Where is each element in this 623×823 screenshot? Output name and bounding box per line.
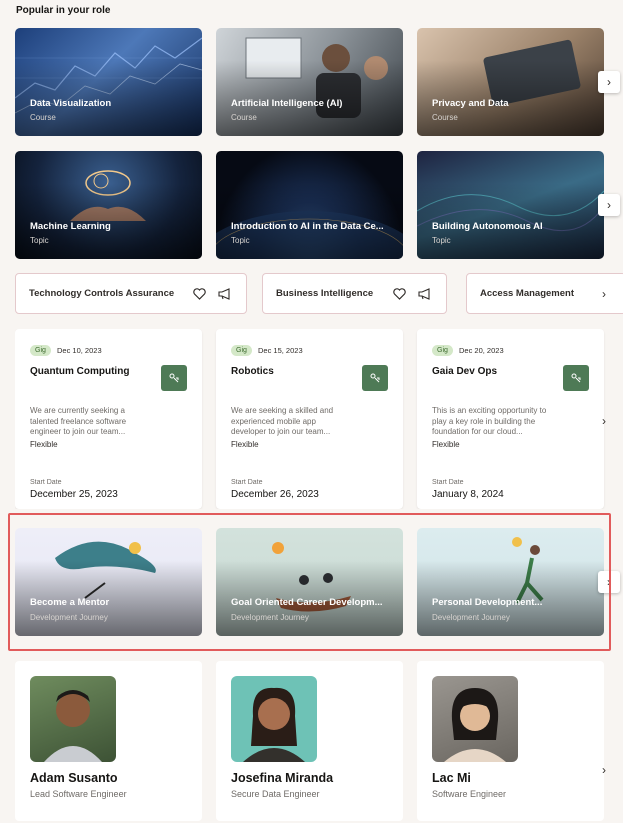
section-title: Popular in your role — [16, 5, 111, 16]
card-title: Data Visualization — [30, 98, 112, 109]
card-type: Topic — [30, 236, 49, 245]
gig-card[interactable]: Gig Dec 20, 2023 Gaia Dev Ops This is an… — [417, 329, 604, 509]
chevron-right-icon[interactable]: › — [598, 71, 620, 93]
gig-date: Dec 20, 2023 — [459, 346, 504, 355]
chevron-right-icon[interactable]: › — [593, 410, 615, 432]
courses-row: Data Visualization Course Artificial Int… — [15, 28, 623, 136]
gig-badge: Gig — [231, 345, 252, 356]
topics-row: Machine Learning Topic Introduction to A… — [15, 151, 623, 259]
gig-date: Dec 10, 2023 — [57, 346, 102, 355]
card-type: Course — [30, 113, 56, 122]
start-date-value: December 26, 2023 — [231, 489, 319, 500]
gig-icon — [161, 365, 187, 391]
avatar — [30, 676, 116, 762]
person-role: Software Engineer — [432, 789, 507, 799]
course-card[interactable]: Data Visualization Course — [15, 28, 202, 136]
chevron-right-icon[interactable]: › — [593, 283, 615, 305]
people-row: Adam Susanto Lead Software Engineer Jose… — [15, 661, 623, 823]
gig-badge: Gig — [432, 345, 453, 356]
card-title: Artificial Intelligence (AI) — [231, 98, 343, 109]
chips-row: Technology Controls Assurance Business I… — [15, 273, 623, 315]
card-type: Topic — [432, 236, 451, 245]
topic-card[interactable]: Building Autonomous AI Topic — [417, 151, 604, 259]
card-title: Machine Learning — [30, 221, 111, 232]
highlight-frame — [8, 513, 611, 651]
card-title: Introduction to AI in the Data Ce... — [231, 221, 384, 232]
card-type: Course — [432, 113, 458, 122]
gig-description: This is an exciting opportunity to play … — [432, 406, 547, 436]
heart-icon[interactable] — [191, 286, 207, 302]
gig-card[interactable]: Gig Dec 15, 2023 Robotics We are seeking… — [216, 329, 403, 509]
gig-date: Dec 15, 2023 — [258, 346, 303, 355]
card-title: Privacy and Data — [432, 98, 509, 109]
start-date-label: Start Date — [231, 479, 263, 486]
megaphone-icon[interactable] — [217, 286, 233, 302]
topic-card[interactable]: Machine Learning Topic — [15, 151, 202, 259]
person-card[interactable]: Lac Mi Software Engineer — [417, 661, 604, 821]
chevron-right-icon[interactable]: › — [598, 194, 620, 216]
chip-label: Business Intelligence — [276, 288, 374, 299]
gig-badge: Gig — [30, 345, 51, 356]
gig-title: Quantum Computing — [30, 366, 130, 377]
gig-title: Gaia Dev Ops — [432, 366, 498, 377]
start-date-label: Start Date — [30, 479, 62, 486]
person-card[interactable]: Josefina Miranda Secure Data Engineer — [216, 661, 403, 821]
gig-icon — [563, 365, 589, 391]
megaphone-icon[interactable] — [417, 286, 433, 302]
chip-label: Technology Controls Assurance — [29, 288, 175, 299]
chevron-right-icon[interactable]: › — [593, 759, 615, 781]
person-name: Josefina Miranda — [231, 771, 334, 785]
gig-card[interactable]: Gig Dec 10, 2023 Quantum Computing We ar… — [15, 329, 202, 509]
gig-description: We are seeking a skilled and experienced… — [231, 406, 334, 436]
start-date-value: December 25, 2023 — [30, 489, 118, 500]
topic-chip[interactable]: Business Intelligence — [262, 273, 447, 314]
gig-icon — [362, 365, 388, 391]
person-name: Adam Susanto — [30, 771, 118, 785]
avatar — [432, 676, 518, 762]
gig-schedule: Flexible — [231, 440, 259, 449]
person-name: Lac Mi — [432, 771, 471, 785]
start-date-value: January 8, 2024 — [432, 489, 504, 500]
gigs-row: Gig Dec 10, 2023 Quantum Computing We ar… — [15, 329, 623, 509]
course-card[interactable]: Artificial Intelligence (AI) Course — [216, 28, 403, 136]
gig-schedule: Flexible — [432, 440, 460, 449]
person-role: Lead Software Engineer — [30, 789, 127, 799]
card-title: Building Autonomous AI — [432, 221, 543, 232]
start-date-label: Start Date — [432, 479, 464, 486]
topic-chip[interactable]: Technology Controls Assurance — [15, 273, 247, 314]
heart-icon[interactable] — [391, 286, 407, 302]
card-type: Course — [231, 113, 257, 122]
gig-schedule: Flexible — [30, 440, 58, 449]
card-type: Topic — [231, 236, 250, 245]
topic-card[interactable]: Introduction to AI in the Data Ce... Top… — [216, 151, 403, 259]
avatar — [231, 676, 317, 762]
course-card[interactable]: Privacy and Data Course — [417, 28, 604, 136]
person-role: Secure Data Engineer — [231, 789, 320, 799]
gig-title: Robotics — [231, 366, 274, 377]
gig-description: We are currently seeking a talented free… — [30, 406, 127, 436]
person-card[interactable]: Adam Susanto Lead Software Engineer — [15, 661, 202, 821]
